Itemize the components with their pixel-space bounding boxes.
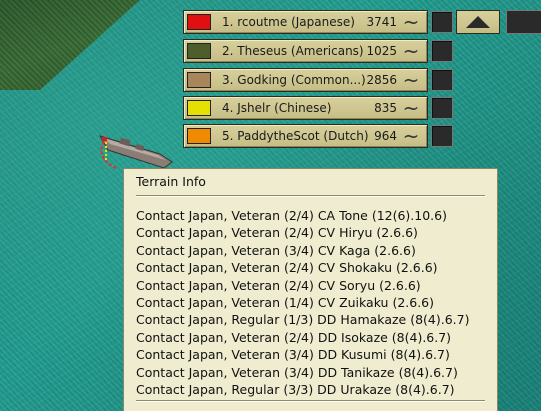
player-row[interactable]: 3. Godking (Common...) 2856 ~ (183, 68, 455, 92)
divider (136, 195, 485, 197)
list-item: Contact Japan, Veteran (2/4) CV Soryu (2… (136, 277, 421, 293)
wave-icon[interactable]: ~ (398, 98, 424, 118)
list-item: Contact Japan, Veteran (2/4) DD Isokaze … (136, 329, 452, 345)
player-name: 3. Godking (Common...) (222, 73, 366, 87)
list-item: Contact Japan, Veteran (2/4) CV Hiryu (2… (136, 225, 418, 241)
player-status-box[interactable] (431, 40, 453, 62)
player-plate[interactable]: 4. Jshelr (Chinese) 835 ~ (183, 96, 428, 120)
player-plate[interactable]: 5. PaddytheScot (Dutch) 964 ~ (183, 124, 428, 148)
player-score: 1025 (366, 44, 397, 58)
player-color-swatch (187, 14, 211, 30)
player-name: 2. Theseus (Americans) (222, 44, 364, 58)
player-name: 1. rcoutme (Japanese) (222, 15, 355, 29)
list-item: Contact Japan, Veteran (2/4) CA Tone (12… (136, 208, 447, 223)
divider (136, 400, 485, 402)
terrain-info-title: Terrain Info (136, 174, 206, 189)
player-status-box[interactable] (431, 11, 453, 33)
player-plate[interactable]: 1. rcoutme (Japanese) 3741 ~ (183, 10, 428, 34)
wave-icon[interactable]: ~ (398, 70, 424, 90)
player-plate[interactable]: 2. Theseus (Americans) 1025 ~ (183, 39, 428, 63)
player-status-box[interactable] (431, 125, 453, 147)
player-color-swatch (187, 43, 211, 59)
player-score: 835 (374, 101, 397, 115)
player-row[interactable]: 4. Jshelr (Chinese) 835 ~ (183, 96, 455, 120)
player-name: 5. PaddytheScot (Dutch) (222, 129, 369, 143)
player-color-swatch (187, 128, 211, 144)
player-row[interactable]: 5. PaddytheScot (Dutch) 964 ~ (183, 124, 455, 148)
player-score: 964 (374, 129, 397, 143)
list-item: Contact Japan, Veteran (3/4) DD Kusumi (… (136, 347, 450, 363)
collapse-button[interactable] (456, 10, 500, 34)
terrain-info-panel: Terrain Info Contact Japan, Veteran (2/4… (123, 168, 498, 411)
wave-icon[interactable]: ~ (398, 126, 424, 146)
player-name: 4. Jshelr (Chinese) (222, 101, 332, 115)
player-row[interactable]: 2. Theseus (Americans) 1025 ~ (183, 39, 455, 63)
unit-contact-list: Contact Japan, Veteran (2/4) CA Tone (12… (136, 207, 469, 398)
player-status-box[interactable] (431, 97, 453, 119)
triangle-up-icon (466, 16, 490, 28)
player-row[interactable]: 1. rcoutme (Japanese) 3741 ~ (183, 10, 541, 34)
list-item: Contact Japan, Veteran (1/4) CV Zuikaku … (136, 294, 435, 310)
player-color-swatch (187, 72, 211, 88)
list-item: Contact Japan, Regular (1/3) DD Hamakaze… (136, 312, 470, 328)
player-score: 3741 (366, 15, 397, 29)
menu-box[interactable] (506, 10, 541, 34)
wave-icon[interactable]: ~ (398, 41, 424, 61)
player-plate[interactable]: 3. Godking (Common...) 2856 ~ (183, 68, 428, 92)
list-item: Contact Japan, Veteran (2/4) CV Shokaku … (136, 260, 438, 276)
list-item: Contact Japan, Regular (3/3) DD Urakaze … (136, 381, 455, 397)
wave-icon[interactable]: ~ (398, 12, 424, 32)
list-item: Contact Japan, Veteran (3/4) CV Kaga (2.… (136, 242, 416, 258)
player-status-box[interactable] (431, 69, 453, 91)
player-score: 2856 (366, 73, 397, 87)
player-color-swatch (187, 100, 211, 116)
list-item: Contact Japan, Veteran (3/4) DD Tanikaze… (136, 364, 458, 380)
